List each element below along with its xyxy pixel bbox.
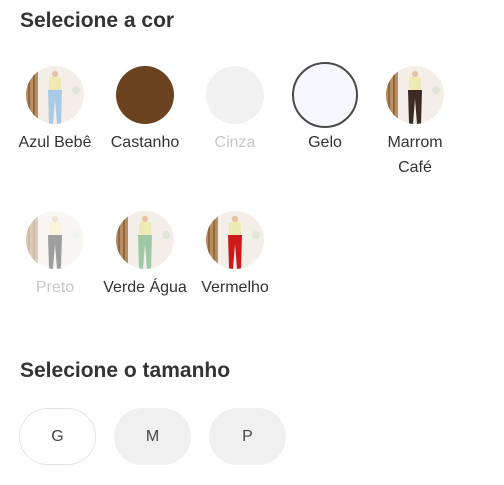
color-option-label: Verde Água — [103, 279, 187, 296]
color-option-label: Marrom Café — [387, 134, 443, 176]
color-option-label: Vermelho — [201, 279, 269, 296]
swatch-color — [206, 66, 264, 124]
color-option-preto[interactable]: Preto — [5, 211, 105, 300]
color-option-castanho[interactable]: Castanho — [95, 66, 195, 155]
swatch-image — [26, 211, 84, 269]
swatch-color — [292, 62, 358, 128]
color-option-label: Gelo — [308, 134, 342, 151]
color-option-label: Azul Bebê — [18, 134, 92, 151]
color-option-marrom-cafe[interactable]: Marrom Café — [365, 66, 465, 180]
swatch-image — [26, 66, 84, 124]
size-section-title: Selecione o tamanho — [20, 359, 231, 382]
swatch-color — [116, 66, 174, 124]
swatch-image — [386, 66, 444, 124]
color-option-label: Castanho — [110, 134, 180, 151]
color-option-label: Preto — [35, 279, 75, 296]
color-option-gelo[interactable]: Gelo — [275, 62, 375, 155]
color-option-cinza[interactable]: Cinza — [185, 66, 285, 155]
swatch-image — [116, 211, 174, 269]
color-option-label: Cinza — [214, 134, 256, 151]
size-button-g[interactable]: G — [19, 408, 96, 465]
color-option-vermelho[interactable]: Vermelho — [185, 211, 285, 300]
color-option-azul-bebe[interactable]: Azul Bebê — [5, 66, 105, 155]
size-button-m[interactable]: M — [114, 408, 191, 465]
color-option-verde-agua[interactable]: Verde Água — [95, 211, 195, 300]
color-section-title: Selecione a cor — [20, 9, 175, 32]
swatch-image — [206, 211, 264, 269]
size-button-p[interactable]: P — [209, 408, 286, 465]
